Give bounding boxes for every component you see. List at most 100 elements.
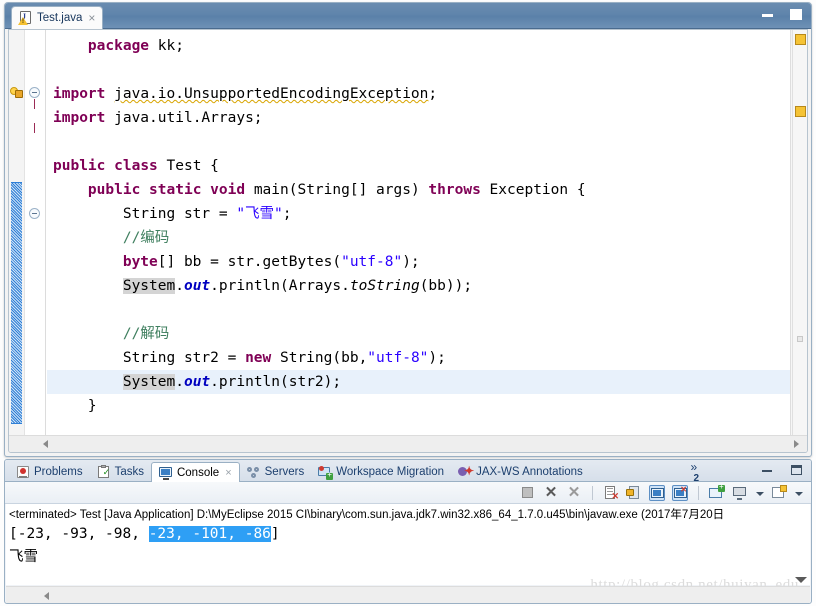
scroll-left-icon[interactable]	[37, 436, 54, 452]
code-token: "utf-8"	[367, 350, 429, 366]
code-token: package	[87, 38, 150, 54]
code-token: main(String[] args)	[245, 182, 429, 198]
close-icon[interactable]: ×	[225, 467, 231, 479]
minimize-icon[interactable]	[761, 8, 775, 22]
code-token: //解码	[122, 326, 170, 342]
code-line[interactable]: import java.util.Arrays;	[47, 106, 790, 130]
chevron-right-icon: »	[690, 460, 698, 474]
annotation-ruler[interactable]	[9, 30, 25, 435]
code-token: Test {	[157, 158, 219, 174]
code-token: import	[53, 86, 106, 102]
view-tabs: Problems ✓Tasks Console × Servers Workspace M…	[9, 460, 590, 483]
servers-icon	[246, 465, 261, 479]
code-token: Exception {	[480, 182, 586, 198]
close-icon[interactable]: ×	[88, 12, 95, 24]
chevron-down-icon[interactable]	[794, 485, 803, 501]
code-token: ;	[428, 86, 438, 102]
maximize-icon[interactable]	[790, 464, 803, 477]
code-token: kk;	[149, 38, 184, 54]
code-token: //编码	[122, 230, 170, 246]
code-line[interactable]: System.out.println(str2);	[47, 370, 790, 394]
code-token: );	[428, 350, 446, 366]
terminate-button[interactable]	[520, 485, 536, 501]
view-tab-label: Servers	[264, 465, 305, 478]
fold-collapse-icon[interactable]	[29, 208, 40, 219]
code-line[interactable]: package kk;	[47, 34, 790, 58]
show-console-standard-out-button[interactable]	[649, 485, 665, 501]
code-token: out	[183, 278, 211, 294]
overview-marker-column[interactable]	[792, 30, 807, 435]
editor-horizontal-scrollbar[interactable]	[9, 435, 807, 452]
editor-tab-test-java[interactable]: J ! Test.java ×	[11, 6, 104, 29]
code-line[interactable]: System.out.println(Arrays.toString(bb));	[47, 274, 790, 298]
view-tab-tasks[interactable]: ✓ Tasks	[90, 461, 151, 482]
remove-launch-button[interactable]: ✕	[543, 485, 559, 501]
fold-collapse-icon[interactable]	[29, 87, 40, 98]
open-console-button[interactable]	[771, 485, 787, 501]
code-line[interactable]	[47, 58, 790, 82]
code-line[interactable]: String str = "飞雪";	[47, 202, 790, 226]
code-line[interactable]: String str2 = new String(bb,"utf-8");	[47, 346, 790, 370]
view-tab-label: Problems	[34, 465, 83, 478]
code-line[interactable]: public static void main(String[] args) t…	[47, 178, 790, 202]
code-token: static	[149, 182, 202, 198]
view-tab-label: Tasks	[114, 465, 144, 478]
console-output-area[interactable]: <terminated> Test [Java Application] D:\…	[6, 504, 810, 585]
code-area[interactable]: package kk; import java.io.UnsupportedEn…	[47, 30, 790, 435]
tab-overflow-indicator[interactable]: » 2	[690, 460, 699, 484]
code-token: "飞雪"	[236, 206, 283, 222]
overview-marker[interactable]	[797, 336, 803, 342]
code-token: );	[402, 254, 420, 270]
scroll-right-icon[interactable]	[788, 436, 805, 452]
view-tab-servers[interactable]: Servers	[240, 461, 312, 482]
code-line[interactable]: public class Test {	[47, 154, 790, 178]
chevron-down-icon[interactable]	[795, 577, 807, 583]
code-token: System	[122, 278, 176, 294]
code-line[interactable]	[47, 298, 790, 322]
warning-marker[interactable]	[795, 34, 806, 45]
console-horizontal-scrollbar[interactable]	[6, 586, 810, 603]
maximize-icon[interactable]	[789, 8, 803, 22]
code-line[interactable]: byte[] bb = str.getBytes("utf-8");	[47, 250, 790, 274]
code-token: byte	[122, 254, 158, 270]
output-prefix: [-23, -93, -98,	[9, 526, 149, 542]
clear-console-button[interactable]: ✕	[603, 485, 619, 501]
view-tab-label: JAX-WS Annotations	[476, 465, 583, 478]
code-token: void	[210, 182, 246, 198]
warning-marker[interactable]	[795, 106, 806, 117]
console-window-controls	[761, 464, 803, 477]
pin-console-button[interactable]	[709, 482, 725, 501]
view-tab-jax-ws-annotations[interactable]: ✦ JAX-WS Annotations	[451, 461, 590, 482]
folding-gutter[interactable]	[26, 30, 46, 435]
chevron-down-icon[interactable]	[755, 485, 764, 501]
code-line[interactable]	[47, 130, 790, 154]
code-line[interactable]: //编码	[47, 226, 790, 250]
code-token: .println(str2);	[210, 374, 342, 390]
fold-range-line	[34, 99, 35, 109]
minimize-icon[interactable]	[761, 464, 774, 477]
view-tab-workspace-migration[interactable]: Workspace Migration	[311, 461, 451, 482]
scroll-left-icon[interactable]	[36, 587, 56, 603]
output-selected-text[interactable]: -23, -101, -86	[148, 526, 271, 542]
toolbar-separator	[698, 486, 699, 500]
code-line[interactable]: //解码	[47, 322, 790, 346]
code-line[interactable]: import java.io.UnsupportedEncodingExcept…	[47, 82, 790, 106]
view-tab-problems[interactable]: Problems	[9, 461, 90, 482]
warning-lock-icon	[10, 86, 24, 100]
scroll-lock-button[interactable]	[626, 485, 642, 501]
view-tab-console[interactable]: Console ×	[150, 462, 240, 483]
code-token: [] bb = str.getBytes(	[157, 254, 342, 270]
display-selected-console-button[interactable]	[732, 485, 748, 501]
jax-ws-icon: ✦	[458, 465, 474, 479]
console-output-line-1: [-23, -93, -98, -23, -101, -86]	[6, 523, 810, 546]
code-line[interactable]: }	[47, 394, 790, 418]
console-view: Problems ✓Tasks Console × Servers Workspace M…	[4, 459, 812, 604]
code-token: class	[114, 158, 158, 174]
remove-all-terminated-button[interactable]: ✕	[566, 485, 582, 501]
show-console-standard-error-button[interactable]: ✕	[672, 485, 688, 501]
code-token: toString	[349, 278, 420, 294]
